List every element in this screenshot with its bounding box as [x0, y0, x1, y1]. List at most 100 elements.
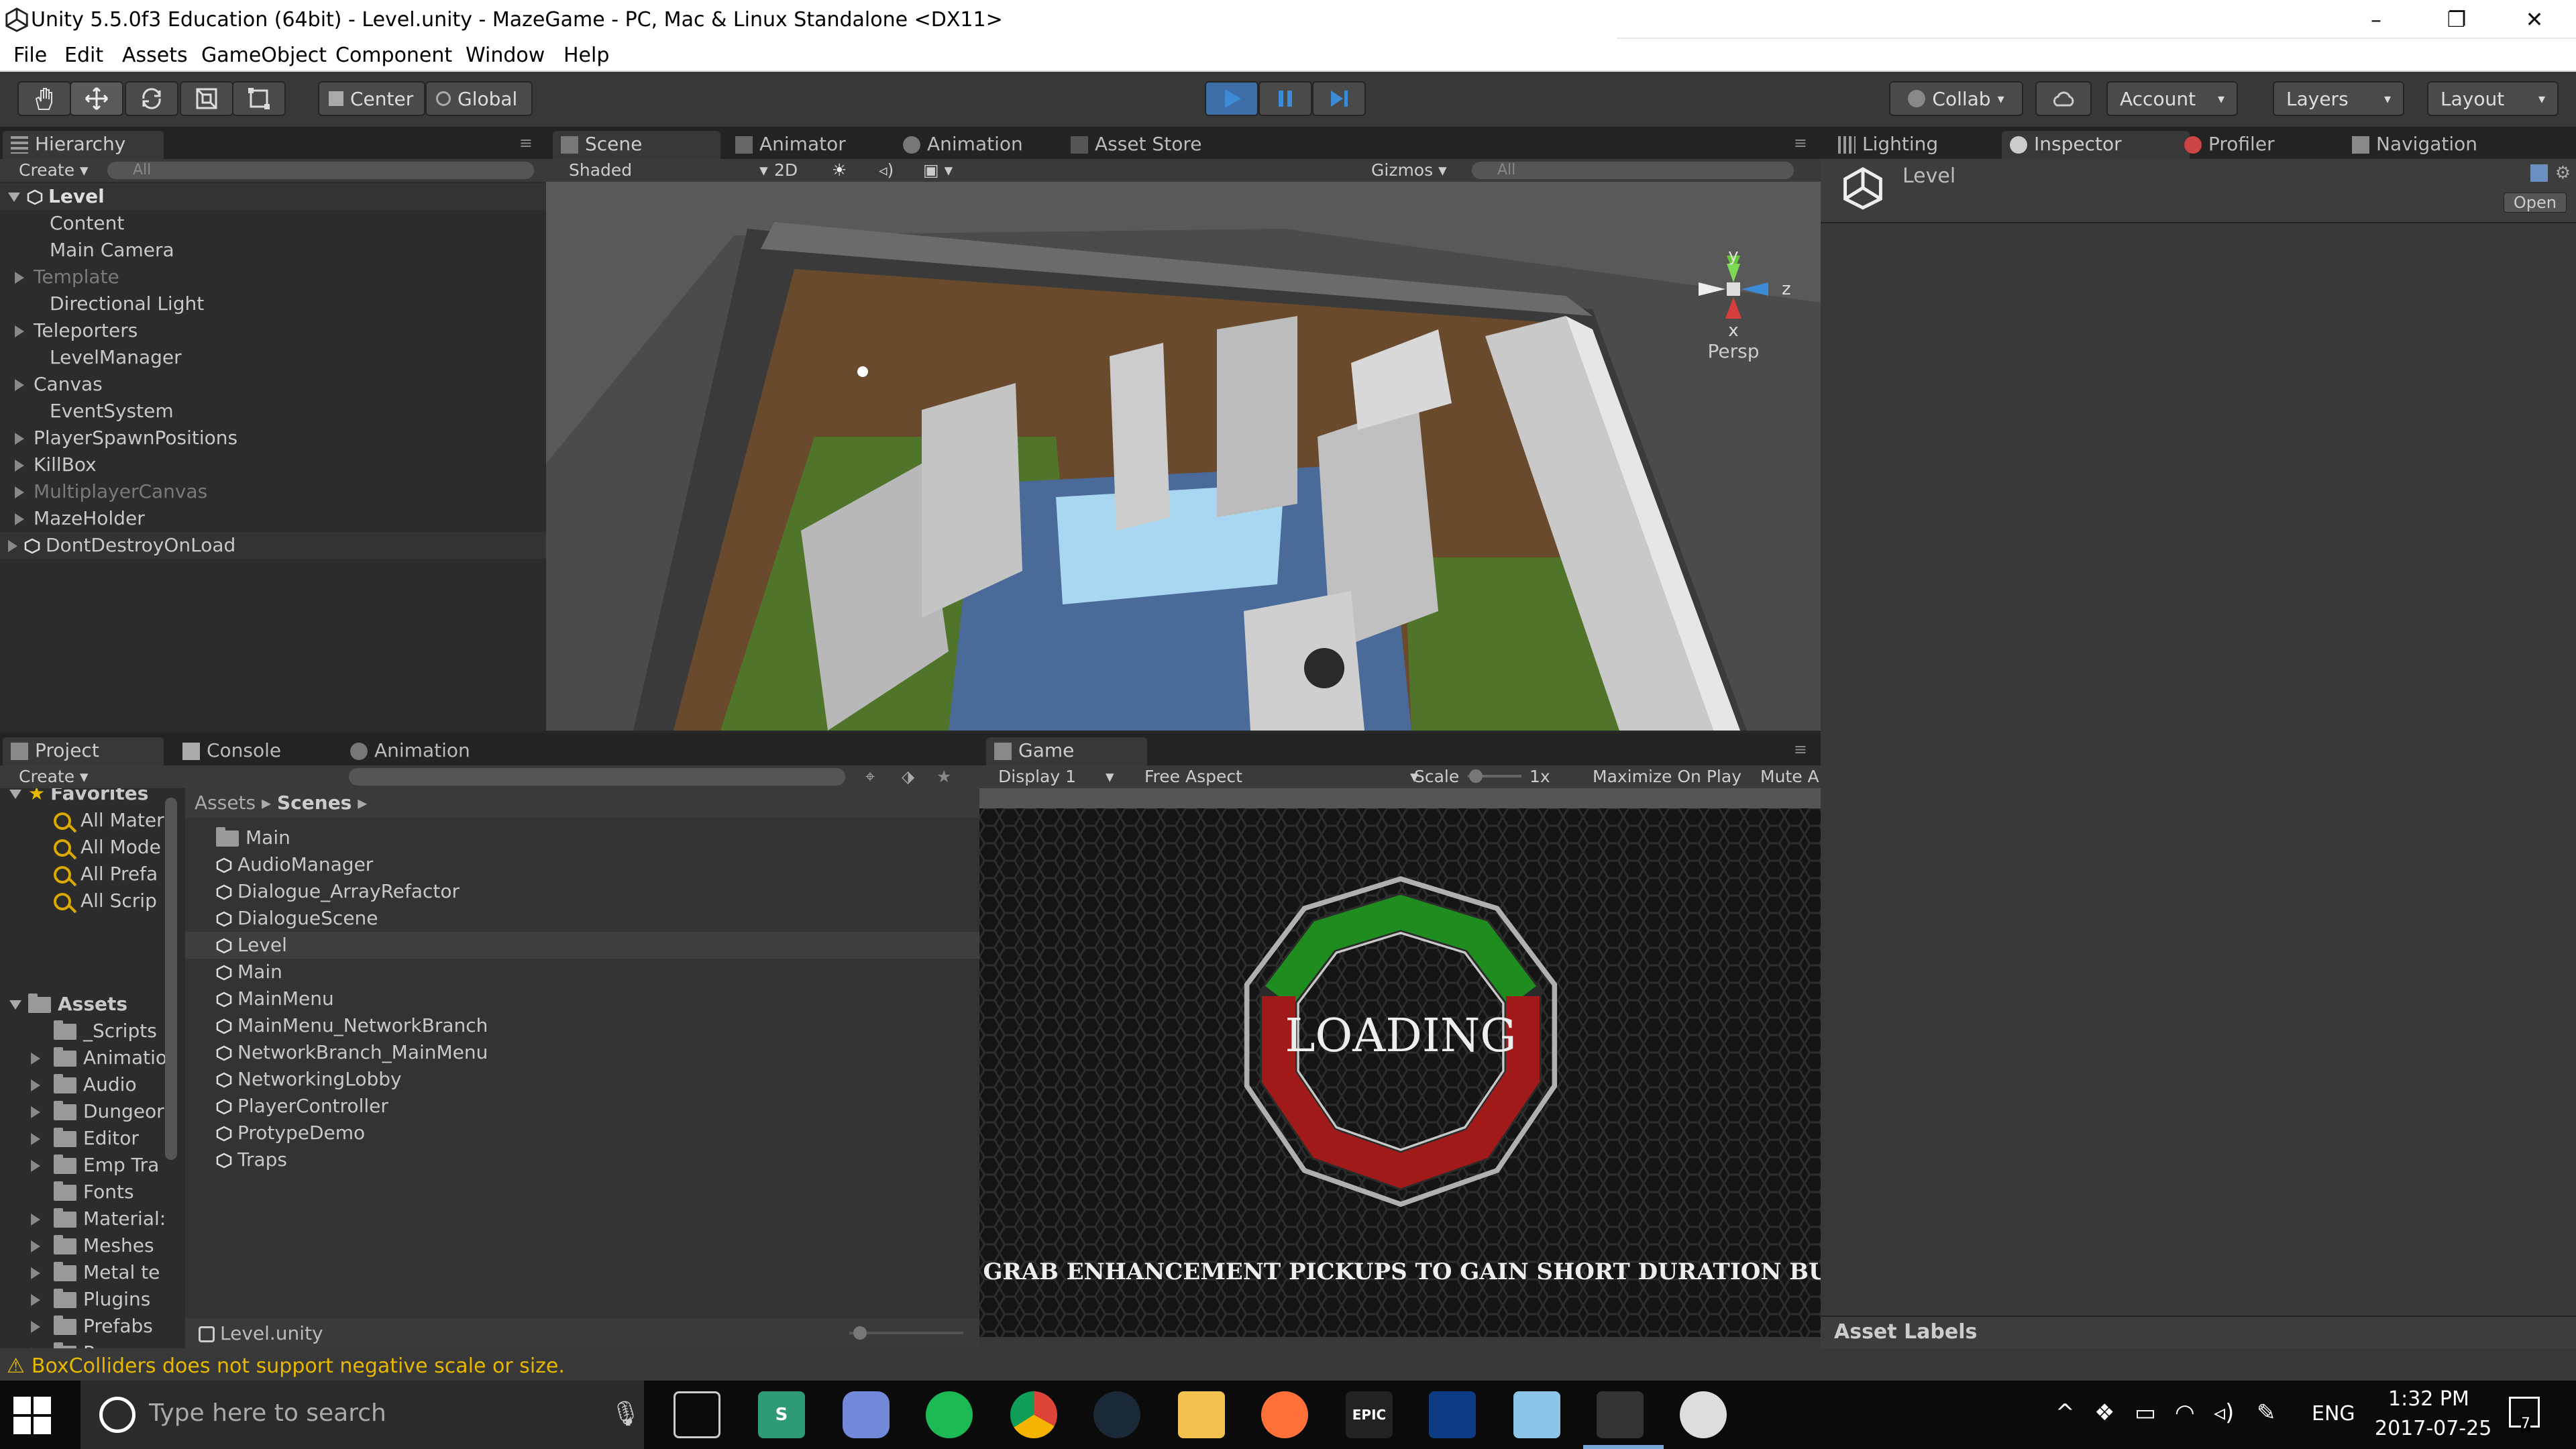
tab-animation-2[interactable]: Animation [342, 737, 517, 765]
star-icon[interactable]: ★ [936, 767, 951, 786]
tab-animator[interactable]: Animator [727, 131, 895, 159]
expand-arrow-icon[interactable] [31, 1214, 40, 1226]
expand-arrow-icon[interactable] [15, 379, 24, 391]
open-button[interactable]: Open [2503, 193, 2567, 213]
menu-file[interactable]: File [13, 44, 47, 67]
pivot-global-button[interactable]: Global [425, 81, 533, 116]
tray-chevron-up-icon[interactable]: ^ [2055, 1399, 2075, 1426]
tab-hierarchy[interactable]: Hierarchy [3, 131, 164, 159]
hierarchy-item[interactable]: MazeHolder [0, 505, 546, 532]
lighting-toggle-icon[interactable]: ☀ [832, 160, 847, 180]
status-bar[interactable]: ⚠ BoxColliders does not support negative … [0, 1348, 2576, 1385]
audio-toggle-icon[interactable]: ◃) [879, 160, 894, 180]
task-view-icon[interactable] [674, 1391, 720, 1438]
account-dropdown[interactable]: Account ▾ [2106, 81, 2238, 116]
steam-icon[interactable] [1093, 1391, 1140, 1438]
favorite-item[interactable]: All Scrip [54, 888, 157, 914]
epic-games-icon[interactable]: EPIC [1346, 1391, 1393, 1438]
label-icon[interactable]: ⬗ [902, 767, 914, 786]
file-item[interactable]: Traps [185, 1146, 979, 1173]
panel-menu-icon[interactable]: ≡ [519, 133, 533, 152]
file-item[interactable]: Main [185, 959, 979, 985]
clock-time[interactable]: 1:32 PM [2388, 1387, 2469, 1411]
sourcetree-icon[interactable]: S [758, 1391, 805, 1438]
language-indicator[interactable]: ENG [2312, 1402, 2355, 1426]
scene-search[interactable]: All [1472, 162, 1794, 179]
hierarchy-item[interactable]: Template [0, 264, 546, 290]
breadcrumb-scenes[interactable]: Scenes [277, 792, 352, 814]
rect-tool-button[interactable] [232, 81, 286, 116]
battery-icon[interactable]: ▭ [2135, 1399, 2156, 1426]
windows-start-icon[interactable] [13, 1397, 51, 1434]
persp-label[interactable]: Persp [1708, 340, 1760, 362]
scale-slider-handle[interactable] [1469, 769, 1483, 783]
file-item[interactable]: NetworkingLobby [185, 1066, 979, 1093]
folder-item[interactable]: Plugins [31, 1286, 150, 1313]
pen-icon[interactable]: ✎ [2257, 1399, 2276, 1426]
folder-item[interactable]: Fonts [54, 1179, 134, 1205]
favorite-item[interactable]: All Prefa [54, 861, 158, 888]
create-dropdown[interactable]: Create ▾ [19, 160, 89, 180]
favorite-item[interactable]: All Mode [54, 834, 161, 861]
close-button[interactable]: ✕ [2514, 4, 2555, 35]
shading-dropdown[interactable]: Shaded ▾ [569, 160, 768, 180]
expand-arrow-icon[interactable] [15, 486, 24, 498]
tab-lighting[interactable]: Lighting [1830, 131, 2004, 159]
2d-toggle[interactable]: 2D [774, 160, 798, 180]
folder-item[interactable]: Emp Tra [31, 1152, 159, 1179]
file-item[interactable]: ProtypeDemo [185, 1120, 979, 1146]
dropbox-icon[interactable]: ❖ [2094, 1399, 2114, 1426]
app-icon[interactable] [1513, 1391, 1560, 1438]
tab-animation[interactable]: Animation [895, 131, 1069, 159]
menu-edit[interactable]: Edit [64, 44, 103, 67]
expand-arrow-icon[interactable] [15, 433, 24, 445]
move-tool-button[interactable] [70, 81, 123, 116]
tab-asset-store[interactable]: Asset Store [1063, 131, 1257, 159]
folder-item[interactable]: Resourc [31, 1340, 158, 1348]
expand-arrow-icon[interactable] [31, 1294, 40, 1306]
hierarchy-item[interactable]: LevelManager [0, 344, 546, 371]
pivot-center-button[interactable]: Center [318, 81, 425, 116]
tab-profiler[interactable]: Profiler [2176, 131, 2344, 159]
panel-menu-icon[interactable]: ≡ [1794, 133, 1807, 152]
breadcrumb-assets[interactable]: Assets [195, 792, 256, 814]
expand-arrow-icon[interactable] [31, 1240, 40, 1252]
collab-button[interactable]: Collab ▾ [1889, 81, 2023, 116]
expand-arrow-icon[interactable] [15, 513, 24, 525]
cloud-button[interactable] [2035, 81, 2092, 116]
assets-header[interactable]: Assets [0, 991, 127, 1018]
hierarchy-search[interactable]: All [107, 162, 534, 179]
taskbar-search[interactable]: Type here to search 🎙 [80, 1381, 644, 1449]
spotify-icon[interactable] [926, 1391, 973, 1438]
maximize-on-play-toggle[interactable]: Maximize On Play [1593, 767, 1741, 786]
hand-tool-button[interactable] [17, 81, 71, 116]
hierarchy-item[interactable]: KillBox [0, 451, 546, 478]
file-item[interactable]: NetworkBranch_MainMenu [185, 1039, 979, 1066]
dontdestroy-row[interactable]: DontDestroyOnLoad [0, 532, 546, 559]
folder-item[interactable]: Dungeor [31, 1098, 164, 1125]
folder-item[interactable]: Material: [31, 1205, 166, 1232]
scene-viewport[interactable]: y z x Persp [546, 182, 1821, 731]
tree-scrollbar[interactable] [165, 798, 177, 1160]
expand-arrow-icon[interactable] [31, 1053, 40, 1065]
help-icon[interactable] [2530, 164, 2548, 182]
tab-scene[interactable]: Scene [553, 131, 720, 159]
firefox-icon[interactable] [1261, 1391, 1308, 1438]
favorites-header[interactable]: ★ Favorites [0, 788, 148, 807]
file-explorer-icon[interactable] [1178, 1391, 1225, 1438]
expand-arrow-icon[interactable] [31, 1133, 40, 1145]
layers-dropdown[interactable]: Layers ▾ [2273, 81, 2404, 116]
create-dropdown[interactable]: Create ▾ [19, 767, 89, 786]
menu-component[interactable]: Component [335, 44, 452, 67]
expand-arrow-icon[interactable] [15, 272, 24, 284]
file-item[interactable]: DialogueScene [185, 905, 979, 932]
expand-arrow-icon[interactable] [31, 1321, 40, 1333]
menu-help[interactable]: Help [564, 44, 609, 67]
hierarchy-item[interactable]: Canvas [0, 371, 546, 398]
unity-taskbar-icon[interactable] [1597, 1391, 1644, 1438]
folder-item[interactable]: Prefabs [31, 1313, 153, 1340]
mute-audio-toggle[interactable]: Mute A [1760, 767, 1819, 786]
folder-item[interactable]: Animatio [31, 1044, 167, 1071]
slider-handle[interactable] [853, 1326, 867, 1340]
clock-date[interactable]: 2017-07-25 [2375, 1417, 2491, 1440]
